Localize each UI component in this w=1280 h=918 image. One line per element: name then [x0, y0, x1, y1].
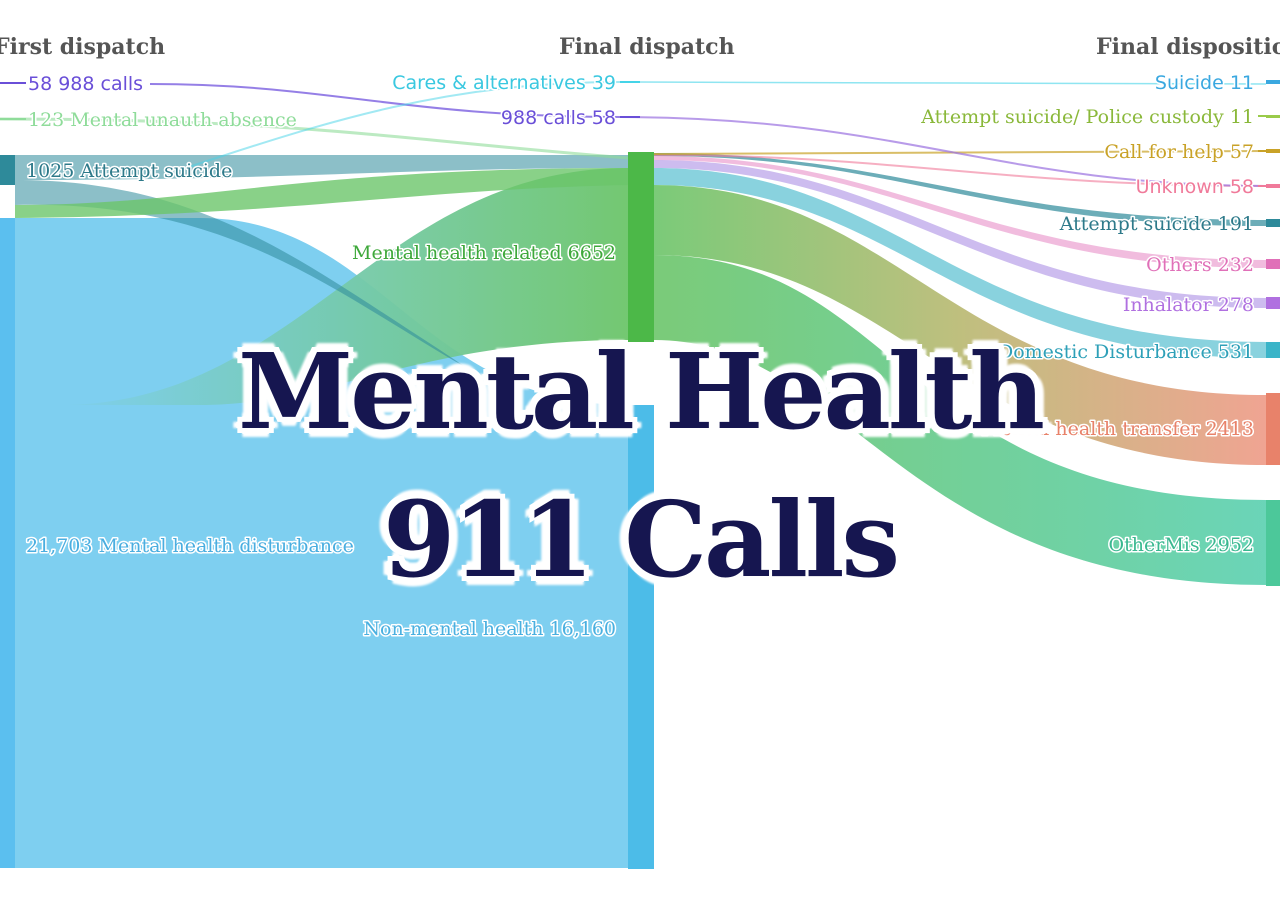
hero-title: Mental Health 911 Calls: [0, 318, 1280, 614]
label-nonmental: Non-mental health 16,160: [363, 618, 616, 640]
label-988-final: 988 calls 58: [501, 107, 616, 129]
hero-title-line1: Mental Health: [237, 330, 1045, 453]
label-suicide: Suicide 11: [1155, 72, 1254, 94]
column-header-final-dispatch: Final dispatch: [559, 34, 735, 60]
label-attempt-first: 1025 Attempt suicide: [26, 160, 232, 182]
label-others: Others 232: [1146, 254, 1254, 276]
label-inhalator: Inhalator 278: [1123, 294, 1254, 316]
label-callhelp: Call for help 57: [1104, 141, 1254, 163]
label-mhrelated: Mental health related 6652: [352, 242, 616, 264]
node-bar-suicide: [1266, 80, 1280, 84]
label-unauth-first: 123 Mental unauth absence: [28, 109, 297, 131]
node-bar-attempt: [1266, 219, 1280, 227]
node-bar-inhalator: [1266, 297, 1280, 309]
node-bar-others: [1266, 259, 1280, 269]
label-cares-final: Cares & alternatives 39: [392, 72, 616, 94]
label-988-first: 58 988 calls: [28, 73, 143, 95]
label-attempt: Attempt suicide 191: [1059, 213, 1254, 235]
column-header-final-disposition: Final disposition: [1096, 34, 1280, 60]
column-header-first-dispatch: First dispatch: [0, 34, 166, 60]
node-bar-attempt-first: [0, 155, 15, 185]
label-attempt-police: Attempt suicide/ Police custody 11: [920, 106, 1254, 128]
hero-title-line2: 911 Calls: [382, 478, 900, 601]
label-unknown: Unknown 58: [1136, 176, 1254, 198]
sankey-diagram: First dispatch Final dispatch Final disp…: [0, 0, 1280, 914]
node-bar-mhrelated: [628, 152, 654, 342]
